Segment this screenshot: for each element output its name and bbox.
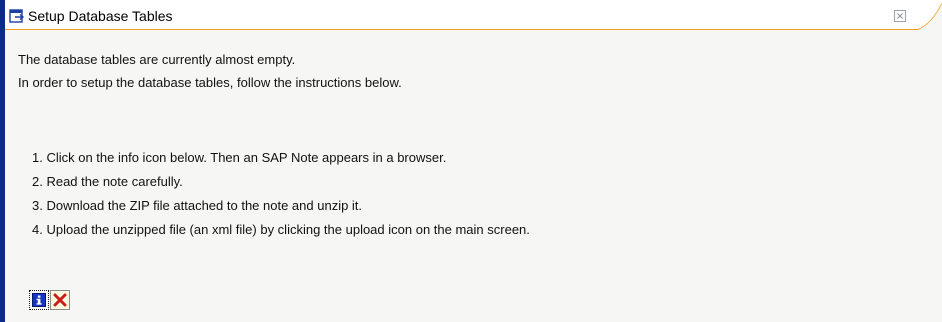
step-item: 2. Read the note carefully. bbox=[32, 174, 183, 189]
info-button[interactable] bbox=[29, 290, 49, 310]
close-icon[interactable] bbox=[894, 10, 906, 22]
step-item: 1. Click on the info icon below. Then an… bbox=[32, 150, 447, 165]
dialog-title: Setup Database Tables bbox=[28, 8, 173, 24]
step-item: 3. Download the ZIP file attached to the… bbox=[32, 198, 363, 213]
step-item: 4. Upload the unzipped file (an xml file… bbox=[32, 222, 530, 237]
intro-line: The database tables are currently almost… bbox=[18, 52, 296, 67]
intro-line: In order to setup the database tables, f… bbox=[18, 75, 402, 90]
dialog-titlebar: Setup Database Tables bbox=[5, 0, 942, 30]
cancel-icon bbox=[53, 293, 67, 307]
info-icon bbox=[32, 293, 46, 307]
cancel-button[interactable] bbox=[50, 290, 70, 310]
setup-database-tables-dialog: Setup Database Tables The database table… bbox=[0, 0, 942, 322]
dialog-window-icon bbox=[9, 9, 25, 23]
title-accent-shape bbox=[918, 3, 942, 30]
